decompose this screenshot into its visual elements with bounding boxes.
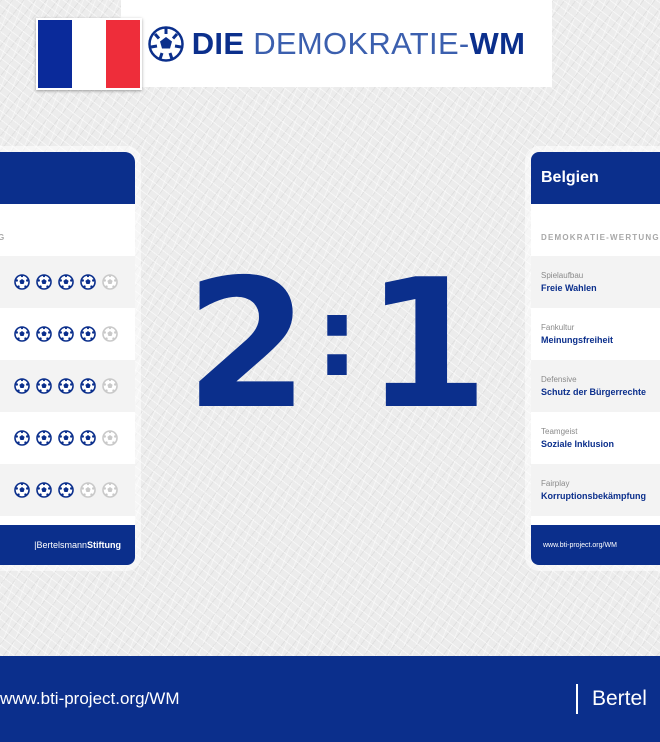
rating-ball-filled-icon xyxy=(58,482,74,498)
card-header-left xyxy=(0,152,135,204)
brand-bold: Stiftung xyxy=(87,540,121,550)
rating-ball-filled-icon xyxy=(36,430,52,446)
category-row: Fankultur Meinungsfreiheit xyxy=(531,308,660,360)
flag-stripe-blue xyxy=(38,20,72,88)
rating-ball-filled-icon xyxy=(80,378,96,394)
rating-ball-filled-icon xyxy=(58,274,74,290)
category-row: Fairplay Korruptionsbekämpfung xyxy=(531,464,660,516)
rating-ball-empty-icon xyxy=(102,430,118,446)
category-value: Korruptionsbekämpfung xyxy=(541,491,646,501)
category-row: Teamgeist Soziale Inklusion xyxy=(531,412,660,464)
rating-ball-empty-icon xyxy=(80,482,96,498)
rating-row xyxy=(0,256,135,308)
rating-ball-empty-icon xyxy=(102,326,118,342)
score-separator: : xyxy=(315,273,359,401)
logo-demokratie: DEMOKRATIE- xyxy=(253,25,470,61)
category-value: Schutz der Bürgerrechte xyxy=(541,387,647,397)
rating-ball-filled-icon xyxy=(58,378,74,394)
card-footer-brand: BertelsmannStiftung xyxy=(36,540,121,550)
country-name: Belgien xyxy=(541,169,599,186)
rating-ball-filled-icon xyxy=(36,378,52,394)
category-label: Teamgeist xyxy=(541,427,578,436)
rating-ball-empty-icon xyxy=(102,482,118,498)
match-score: 2 : 1 xyxy=(185,250,489,440)
section-label-right: DEMOKRATIE-WERTUNG xyxy=(541,233,660,242)
rating-ball-filled-icon xyxy=(14,326,30,342)
category-label: Defensive xyxy=(541,375,577,384)
rating-ball-filled-icon xyxy=(58,430,74,446)
soccer-ball-icon xyxy=(148,25,184,62)
footer-url-link[interactable]: www.bti-project.org/WM xyxy=(0,689,179,709)
category-value: Freie Wahlen xyxy=(541,283,597,293)
rating-ball-filled-icon xyxy=(80,326,96,342)
rating-ball-filled-icon xyxy=(14,378,30,394)
rating-ball-filled-icon xyxy=(80,430,96,446)
team-card-right: Belgien DEMOKRATIE-WERTUNG Spielaufbau F… xyxy=(531,152,660,565)
flag-stripe-red xyxy=(106,20,140,88)
footer-brand: Bertel xyxy=(576,684,647,714)
rating-ball-filled-icon xyxy=(36,274,52,290)
rating-ball-filled-icon xyxy=(14,482,30,498)
card-footer-url[interactable]: www.bti-project.org/WM xyxy=(543,542,617,549)
logo-wm: WM xyxy=(469,25,526,61)
rating-ball-empty-icon xyxy=(102,274,118,290)
rating-row xyxy=(0,308,135,360)
footer-bar: www.bti-project.org/WM Bertel xyxy=(0,656,660,742)
card-header-right: Belgien xyxy=(531,152,660,204)
category-label: Fankultur xyxy=(541,323,575,332)
logo-header: DIE DEMOKRATIE-WM xyxy=(121,0,552,87)
brand-plain: Bertelsmann xyxy=(36,540,87,550)
rating-ball-filled-icon xyxy=(36,326,52,342)
category-label: Spielaufbau xyxy=(541,271,584,280)
rating-ball-filled-icon xyxy=(58,326,74,342)
category-value: Meinungsfreiheit xyxy=(541,335,614,345)
team-card-left: G | BertelsmannStiftung xyxy=(0,152,135,565)
rating-row xyxy=(0,360,135,412)
score-left: 2 xyxy=(185,241,309,448)
category-row: Spielaufbau Freie Wahlen xyxy=(531,256,660,308)
rating-ball-empty-icon xyxy=(102,378,118,394)
rating-rows-left xyxy=(0,256,135,516)
category-row: Defensive Schutz der Bürgerrechte xyxy=(531,360,660,412)
card-footer-left: | BertelsmannStiftung xyxy=(0,525,135,565)
card-footer-right: www.bti-project.org/WM xyxy=(531,525,660,565)
france-flag xyxy=(36,18,142,90)
flag-stripe-white xyxy=(72,20,106,88)
rating-row xyxy=(0,464,135,516)
category-list: Spielaufbau Freie Wahlen Fankultur Meinu… xyxy=(531,256,660,516)
rating-row xyxy=(0,412,135,464)
rating-ball-filled-icon xyxy=(14,430,30,446)
category-value: Soziale Inklusion xyxy=(541,439,615,449)
logo-text: DIE DEMOKRATIE-WM xyxy=(192,26,525,62)
rating-ball-filled-icon xyxy=(80,274,96,290)
score-right: 1 xyxy=(365,241,489,448)
category-label: Fairplay xyxy=(541,479,570,488)
section-label-left: G xyxy=(0,233,6,242)
rating-ball-filled-icon xyxy=(14,274,30,290)
logo-die: DIE xyxy=(191,25,245,61)
rating-ball-filled-icon xyxy=(36,482,52,498)
